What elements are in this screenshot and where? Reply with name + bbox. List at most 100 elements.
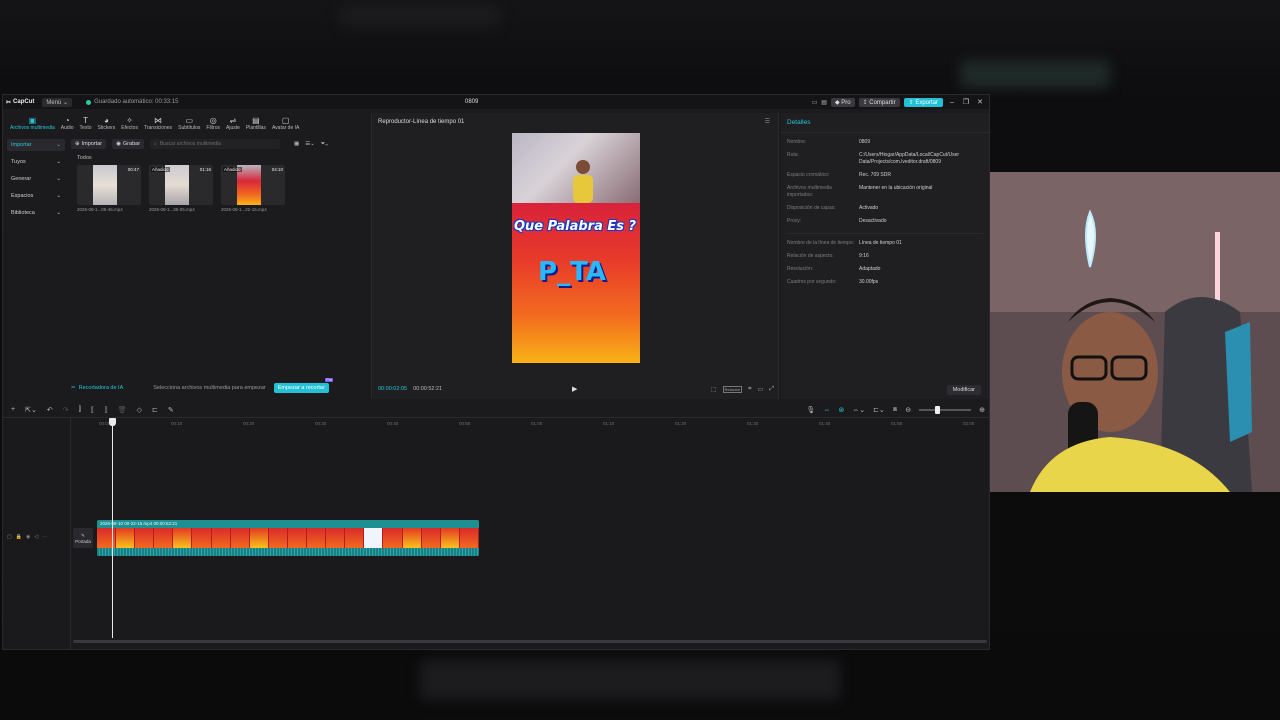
sidebar-item-biblioteca[interactable]: Biblioteca ⌄ xyxy=(7,207,65,219)
player-panel: Reproductor-Línea de tiempo 01 ☰ Que Pal… xyxy=(371,113,779,399)
speaker-icon[interactable]: ◁ xyxy=(34,534,38,540)
redo-icon[interactable]: ↷ xyxy=(63,406,69,414)
zoom-out-icon[interactable]: ⊖ xyxy=(905,406,911,414)
preview-axis-icon[interactable]: ⇔⌄ xyxy=(852,406,865,414)
export-button[interactable]: ⇧ Exportar xyxy=(903,97,943,107)
filter-icon[interactable]: ⏷⌄ xyxy=(321,141,328,148)
caption-icon[interactable]: ⧈ xyxy=(893,406,897,414)
player-title: Reproductor-Línea de tiempo 01 xyxy=(378,119,465,125)
pro-button[interactable]: ◆ Pro xyxy=(830,97,855,107)
tab-efectos[interactable]: ✧ Efectos xyxy=(118,116,141,131)
grid-view-icon[interactable]: ▦ xyxy=(294,141,299,147)
chevron-down-icon: ⌄ xyxy=(56,210,61,216)
media-item[interactable]: Añadido 01:16 2026-08-1...35-05.mp4 xyxy=(149,165,213,212)
zoom-in-icon[interactable]: ⊕ xyxy=(979,406,985,414)
playhead[interactable] xyxy=(109,418,116,638)
chevron-down-icon: ⌄ xyxy=(56,142,61,148)
delete-icon[interactable]: 🗑 xyxy=(118,406,127,414)
cover-button[interactable]: ✎ Portada xyxy=(73,528,93,548)
sidebar-item-generar[interactable]: Generar ⌄ xyxy=(7,173,65,185)
adjust-frame-icon[interactable]: ⬚ xyxy=(711,386,717,393)
tab-stickers[interactable]: ◕ Stickers xyxy=(95,116,119,131)
menu-icon[interactable]: ☰ xyxy=(765,118,770,125)
media-item[interactable]: 00:47 2026-08-1...05-46.mp4 xyxy=(77,165,141,212)
sidebar-item-espacios[interactable]: Espacios ⌄ xyxy=(7,190,65,202)
video-answer-text: P_TA xyxy=(538,257,606,287)
record-button[interactable]: ◉ Grabar xyxy=(112,139,145,149)
more-icon[interactable]: ⋯ xyxy=(42,534,47,540)
microphone-icon[interactable]: 🎙 xyxy=(806,406,815,414)
eye-icon[interactable]: ◉ xyxy=(26,534,30,540)
tab-subtitulos[interactable]: ▭ Subtítulos xyxy=(175,116,203,131)
video-clip[interactable]: 2026-08-10 00-22-15.mp4 00:00:52:21 xyxy=(97,520,479,556)
templates-icon: ▤ xyxy=(252,116,260,125)
clip-frames xyxy=(97,528,479,548)
lock-icon[interactable]: 🔒 xyxy=(16,534,22,540)
app-logo: ✂ CapCut xyxy=(3,99,34,106)
tab-texto[interactable]: T Texto xyxy=(77,116,95,131)
tab-avatar-ia[interactable]: ▢ Avatar de IA xyxy=(269,116,302,131)
audio-icon: ◔ xyxy=(64,116,70,125)
start-cutting-button[interactable]: Empezar a recortar Pro xyxy=(273,378,333,393)
modify-button[interactable]: Modificar xyxy=(946,385,981,395)
tab-ajuste[interactable]: ⇌ Ajuste xyxy=(223,116,243,131)
sidebar-item-tuyos[interactable]: Tuyos ⌄ xyxy=(7,156,65,168)
media-item[interactable]: Añadido 04:10 2026-08-1...22-15.mp4 xyxy=(221,165,285,212)
sidebar-item-importar[interactable]: Importar ⌄ xyxy=(7,139,65,151)
tab-filtros[interactable]: ◎ Filtros xyxy=(203,116,223,131)
split-icon[interactable]: ⫿ xyxy=(79,406,81,414)
link-icon[interactable]: ⇔ xyxy=(823,407,830,414)
play-icon[interactable]: ▶ xyxy=(572,385,577,393)
layout-icon[interactable]: ▭ xyxy=(812,99,818,106)
media-name: 2026-08-1...22-15.mp4 xyxy=(221,207,267,212)
search-input[interactable]: ⌕ Buscar archivos multimedia xyxy=(150,139,281,149)
import-button[interactable]: ⊕ Importar xyxy=(71,139,107,149)
close-icon[interactable]: ✕ xyxy=(975,98,985,106)
time-ruler[interactable]: 00:00 00:10 00:20 00:30 00:40 00:50 01:0… xyxy=(99,418,989,430)
video-preview[interactable]: Que Palabra Es ? P_TA xyxy=(512,133,640,363)
detail-row: Cuadros por segundo: 30.00fps xyxy=(787,279,879,285)
filter-all-label[interactable]: Todos xyxy=(77,155,367,161)
quality-icon[interactable]: ▭ xyxy=(758,386,764,393)
sort-icon[interactable]: ☰⌄ xyxy=(305,141,315,147)
split-left-icon[interactable]: ⟦ xyxy=(91,406,94,414)
playhead-handle[interactable] xyxy=(109,418,116,426)
audio-waveform xyxy=(97,548,479,556)
maximize-icon[interactable]: ❐ xyxy=(961,98,971,106)
magnet-icon[interactable]: ⊛ xyxy=(838,406,844,414)
split-right-icon[interactable]: ⟧ xyxy=(104,406,107,414)
title-bar: ✂ CapCut Menú ⌄ Guardado automático: 00:… xyxy=(3,95,989,109)
fullscreen-icon[interactable]: ⤢ xyxy=(769,386,774,393)
autosave-icon xyxy=(86,99,92,105)
select-tool-icon[interactable]: ⇱⌄ xyxy=(25,406,37,414)
webcam-scene xyxy=(990,172,1280,492)
minimize-icon[interactable]: – xyxy=(947,99,957,106)
share-button[interactable]: ⇪ Compartir xyxy=(858,97,900,107)
tab-plantillas[interactable]: ▤ Plantillas xyxy=(243,116,269,131)
detail-row: Proxy: Desactivado xyxy=(787,218,887,224)
total-time: 00:00:52:21 xyxy=(413,386,443,392)
magic-icon[interactable]: ✎ xyxy=(168,406,174,414)
zoom-fit-icon[interactable]: ⊏⌄ xyxy=(873,406,885,414)
avatar-icon: ▢ xyxy=(281,116,290,125)
ratio-button[interactable]: Relación xyxy=(722,385,743,393)
screenshot-icon[interactable]: ⌗ xyxy=(748,386,751,393)
crop-icon[interactable]: ⊏ xyxy=(152,406,158,414)
ai-cutter-label: ✂ Recortadora de IA xyxy=(71,385,124,391)
scissors-icon: ✂ xyxy=(71,385,76,391)
add-icon[interactable]: + xyxy=(11,406,15,414)
zoom-slider-knob[interactable] xyxy=(935,406,941,414)
menu-button[interactable]: Menú ⌄ xyxy=(42,97,73,107)
track-lock-icon[interactable]: ▢ xyxy=(7,534,12,540)
tab-archivos-multimedia[interactable]: ▣ Archivos multimedia xyxy=(7,116,58,131)
monitor-icon[interactable]: ▤ xyxy=(821,99,827,106)
marker-icon[interactable]: ◇ xyxy=(137,406,142,414)
horizontal-scrollbar[interactable] xyxy=(73,640,987,643)
tab-audio[interactable]: ◔ Audio xyxy=(58,116,77,131)
detail-row: Espacio cromático: Rec. 709 SDR xyxy=(787,172,891,178)
pro-badge: Pro xyxy=(325,378,333,382)
undo-icon[interactable]: ↶ xyxy=(47,406,53,414)
tab-transiciones[interactable]: ⋈ Transiciones xyxy=(141,116,175,131)
filters-icon: ◎ xyxy=(209,116,217,125)
zoom-slider[interactable] xyxy=(919,406,972,414)
